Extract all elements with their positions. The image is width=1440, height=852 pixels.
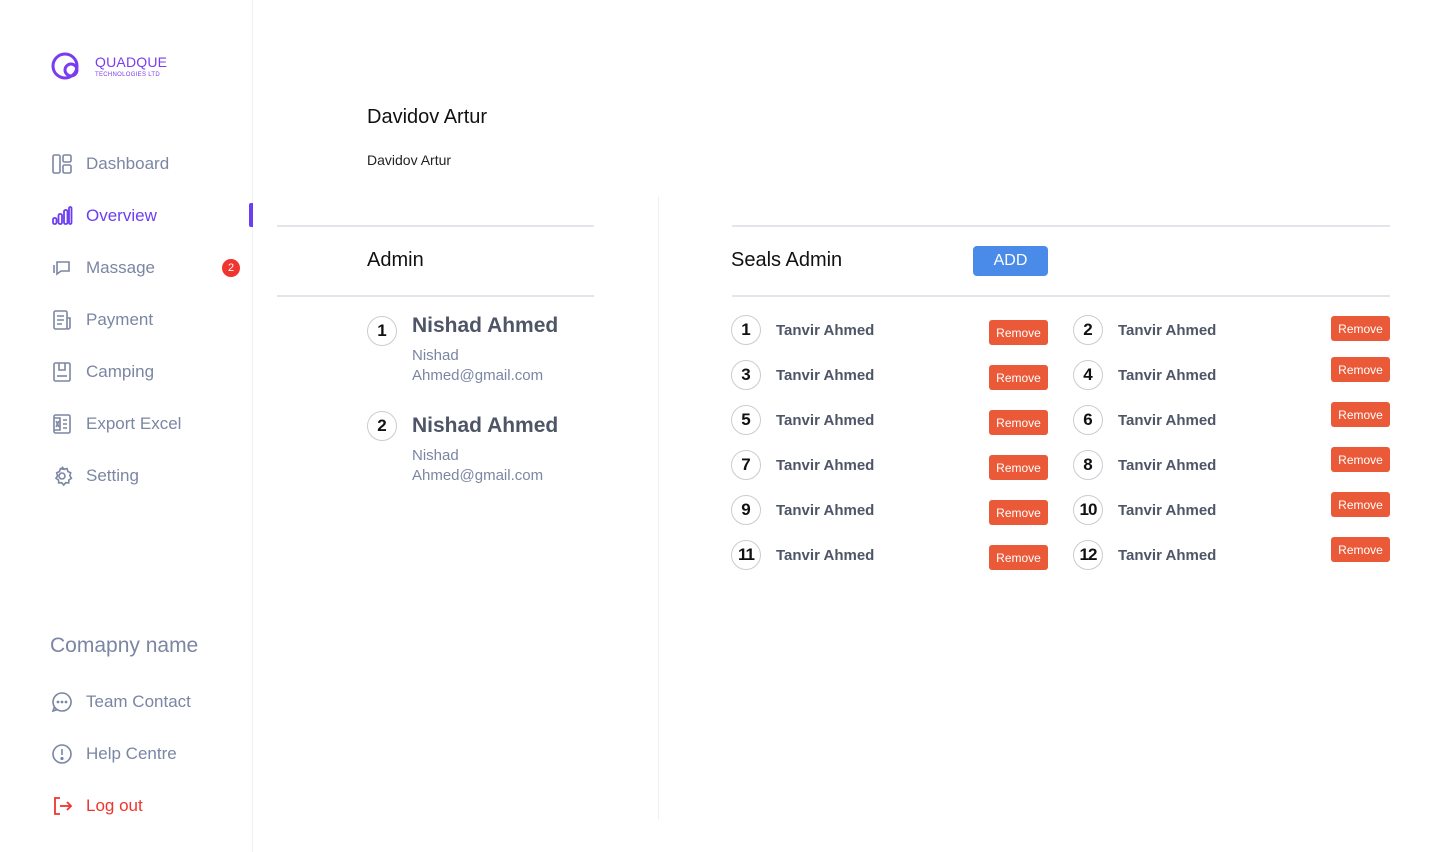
seal-admin-number: 10 — [1073, 495, 1103, 525]
sidebar: QUADQUE TECHNOLOGIES LTD Dashboard Overv… — [0, 0, 253, 852]
seal-admin-name: Tanvir Ahmed — [1118, 367, 1217, 384]
nav-item-payment[interactable]: Payment — [50, 307, 253, 333]
nav-item-export-excel[interactable]: Export Excel — [50, 411, 253, 437]
admin-name: Nishad Ahmed — [412, 314, 559, 337]
nav-item-camping[interactable]: Camping — [50, 359, 253, 385]
admin-bottom-divider — [277, 295, 594, 297]
nav-item-setting[interactable]: Setting — [50, 463, 253, 489]
seal-admin-number: 11 — [731, 540, 761, 570]
quadque-logo-icon — [51, 52, 79, 80]
nav-label-dashboard: Dashboard — [86, 154, 170, 173]
nav-label-logout: Log out — [86, 796, 143, 815]
seal-admin-name: Tanvir Ahmed — [776, 367, 875, 384]
remove-button[interactable]: Remove — [1331, 492, 1390, 517]
nav-item-team-contact[interactable]: Team Contact — [50, 689, 253, 715]
page-subtitle: Davidov Artur — [367, 152, 452, 168]
remove-button[interactable]: Remove — [989, 545, 1048, 570]
nav-item-help-centre[interactable]: Help Centre — [50, 741, 253, 767]
remove-button[interactable]: Remove — [1331, 402, 1390, 427]
brand-logo[interactable]: QUADQUE TECHNOLOGIES LTD — [50, 50, 167, 82]
seals-bottom-divider — [732, 295, 1390, 297]
page-title: Davidov Artur — [367, 106, 488, 128]
admin-section-title: Admin — [367, 249, 424, 271]
column-divider — [658, 196, 659, 820]
seal-admin-number: 4 — [1073, 360, 1103, 390]
nav-label-camping: Camping — [86, 362, 155, 381]
excel-icon — [50, 412, 74, 436]
chat-bubble-icon — [50, 690, 74, 714]
nav-label-export-excel: Export Excel — [86, 414, 182, 433]
info-icon — [50, 742, 74, 766]
bar-chart-icon — [50, 204, 74, 228]
seal-admin-number: 9 — [731, 495, 761, 525]
nav-label-massage: Massage — [86, 258, 155, 277]
company-name-heading: Comapny name — [50, 634, 199, 657]
seal-admin-number: 7 — [731, 450, 761, 480]
nav-item-overview[interactable]: Overview — [50, 203, 253, 229]
admin-email: Nishad Ahmed@gmail.com — [412, 447, 544, 484]
seal-admin-number: 8 — [1073, 450, 1103, 480]
seal-admin-name: Tanvir Ahmed — [776, 502, 875, 519]
nav-item-dashboard[interactable]: Dashboard — [50, 151, 253, 177]
clipboard-icon — [50, 360, 74, 384]
admin-number: 2 — [367, 411, 397, 441]
brand-name: QUADQUE — [95, 53, 168, 70]
seal-admin-name: Tanvir Ahmed — [1118, 412, 1217, 429]
admin-name: Nishad Ahmed — [412, 414, 559, 437]
remove-button[interactable]: Remove — [989, 410, 1048, 435]
gear-icon — [50, 464, 74, 488]
seal-admin-number: 3 — [731, 360, 761, 390]
seals-top-divider — [732, 225, 1390, 227]
remove-button[interactable]: Remove — [1331, 447, 1390, 472]
seal-admin-number: 2 — [1073, 315, 1103, 345]
seals-section-title: Seals Admin — [731, 249, 843, 271]
seal-admin-name: Tanvir Ahmed — [1118, 322, 1217, 339]
admin-top-divider — [277, 225, 594, 227]
seal-admin-number: 5 — [731, 405, 761, 435]
remove-button[interactable]: Remove — [989, 320, 1048, 345]
remove-button[interactable]: Remove — [989, 500, 1048, 525]
brand-subtitle: TECHNOLOGIES LTD — [95, 71, 161, 78]
document-icon — [50, 308, 74, 332]
nav-label-payment: Payment — [86, 310, 154, 329]
admin-email: Nishad Ahmed@gmail.com — [412, 347, 544, 384]
seal-admin-name: Tanvir Ahmed — [776, 322, 875, 339]
admin-number: 1 — [367, 316, 397, 346]
nav-label-setting: Setting — [86, 466, 139, 485]
seal-admin-name: Tanvir Ahmed — [1118, 502, 1217, 519]
nav-item-massage[interactable]: Massage 2 — [50, 255, 253, 281]
nav-label-help-centre: Help Centre — [86, 744, 177, 763]
seal-admin-name: Tanvir Ahmed — [1118, 547, 1217, 564]
remove-button[interactable]: Remove — [1331, 357, 1390, 382]
seal-admin-number: 12 — [1073, 540, 1103, 570]
seal-admin-name: Tanvir Ahmed — [776, 547, 875, 564]
seal-admin-number: 6 — [1073, 405, 1103, 435]
active-indicator — [249, 203, 253, 227]
seal-admin-name: Tanvir Ahmed — [776, 457, 875, 474]
remove-button[interactable]: Remove — [1331, 537, 1390, 562]
message-icon — [50, 256, 74, 280]
seal-admin-name: Tanvir Ahmed — [1118, 457, 1217, 474]
add-seal-admin-button[interactable]: ADD — [973, 246, 1048, 276]
seal-admin-name: Tanvir Ahmed — [776, 412, 875, 429]
unread-badge: 2 — [222, 259, 240, 277]
remove-button[interactable]: Remove — [989, 365, 1048, 390]
nav-item-logout[interactable]: Log out — [50, 793, 253, 819]
remove-button[interactable]: Remove — [989, 455, 1048, 480]
nav-label-overview: Overview — [86, 206, 157, 225]
logout-icon — [50, 794, 74, 818]
seal-admin-number: 1 — [731, 315, 761, 345]
remove-button[interactable]: Remove — [1331, 316, 1390, 341]
dashboard-icon — [50, 152, 74, 176]
nav-label-team-contact: Team Contact — [86, 692, 191, 711]
